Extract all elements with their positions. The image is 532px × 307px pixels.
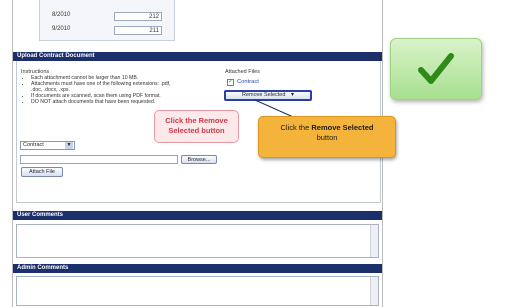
callout-text-prefix: Click the <box>280 123 312 132</box>
callout-text-suffix: button <box>316 133 338 142</box>
checkmark-icon <box>418 53 454 84</box>
success-check-panel <box>390 38 482 100</box>
callout-text-bold: Remove Selected <box>311 123 374 132</box>
instruction-callout: Click the Remove Selected button <box>258 116 396 158</box>
hint-callout-red: Click the Remove Selected button <box>154 110 239 143</box>
